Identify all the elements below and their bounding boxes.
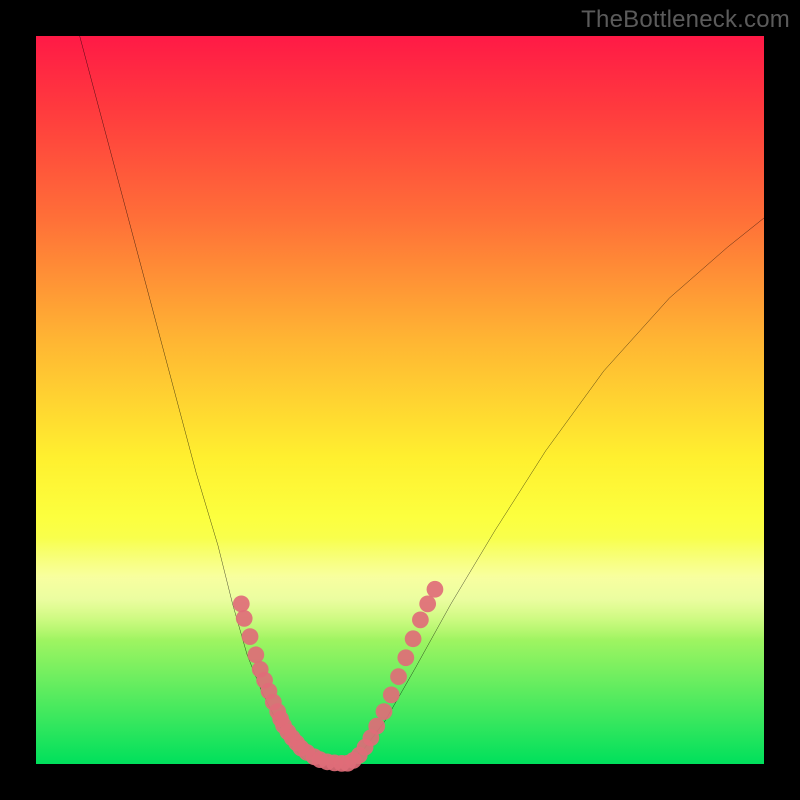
right-dots-point [397, 649, 414, 666]
left-dots-point [242, 628, 259, 645]
right-dots-point [405, 630, 422, 647]
right-curve [349, 218, 764, 760]
right-dots-point [390, 668, 407, 685]
right-dots-point [427, 581, 444, 598]
left-dots-point [236, 610, 253, 627]
right-dots-point [383, 686, 400, 703]
left-dots-point [233, 595, 250, 612]
right-dots-point [368, 718, 385, 735]
curves-svg [36, 36, 764, 764]
left-curve [80, 36, 306, 760]
chart-frame: TheBottleneck.com [0, 0, 800, 800]
plot-area [36, 36, 764, 764]
right-dots-point [419, 595, 436, 612]
right-dots-point [376, 703, 393, 720]
right-dots-point [412, 611, 429, 628]
watermark-text: TheBottleneck.com [581, 6, 790, 34]
left-dots-point [247, 646, 264, 663]
